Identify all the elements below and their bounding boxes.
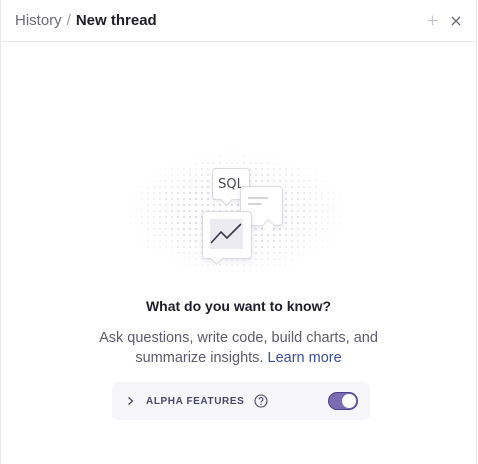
alpha-features-expand[interactable] <box>127 396 137 406</box>
header-actions <box>425 14 463 28</box>
prompt-title: What do you want to know? <box>145 298 332 314</box>
line-chart-icon <box>210 219 243 249</box>
thread-panel: History / New thread SQL What do you wan… <box>0 0 477 464</box>
new-thread-button[interactable] <box>425 14 439 28</box>
breadcrumb-current: New thread <box>75 12 157 29</box>
breadcrumb-separator: / <box>66 12 71 29</box>
chart-bubble <box>202 211 252 265</box>
alpha-features-label[interactable]: ALPHA FEATURES <box>146 396 244 407</box>
chevron-right-icon <box>128 397 134 405</box>
breadcrumb-history-link[interactable]: History <box>15 12 62 29</box>
breadcrumb: History / New thread <box>15 12 157 29</box>
alpha-features-toggle[interactable] <box>328 392 358 410</box>
close-button[interactable] <box>449 14 463 28</box>
empty-state-illustration: SQL <box>121 148 351 278</box>
plus-icon <box>427 15 437 26</box>
learn-more-link[interactable]: Learn more <box>268 350 342 366</box>
help-icon <box>254 394 268 408</box>
close-icon <box>451 16 461 25</box>
toggle-knob <box>342 394 356 408</box>
alpha-features-row: ALPHA FEATURES <box>112 382 370 420</box>
empty-state-prompt: What do you want to know? Ask questions,… <box>1 298 476 368</box>
panel-header: History / New thread <box>1 0 476 42</box>
prompt-subtitle: Ask questions, write code, build charts,… <box>89 328 389 368</box>
alpha-features-help[interactable] <box>254 394 268 408</box>
